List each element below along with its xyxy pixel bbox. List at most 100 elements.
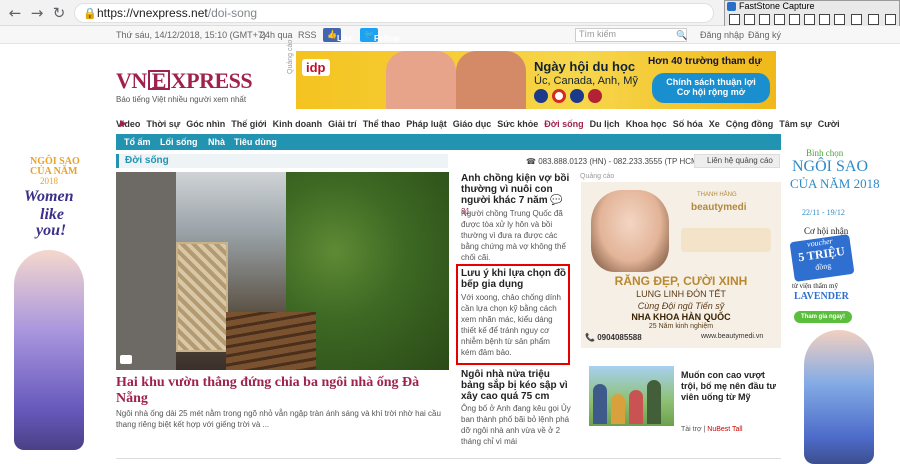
login-link[interactable]: Đăng nhập bbox=[700, 30, 744, 40]
capture-toolbar-title: FastStone Capture bbox=[739, 1, 815, 11]
section-title[interactable]: Đời sống bbox=[125, 155, 169, 166]
nav-item[interactable]: Cười bbox=[818, 119, 840, 129]
video-play-icon: ▶ bbox=[120, 118, 127, 128]
nav-item[interactable]: Cộng đồng bbox=[726, 119, 773, 129]
facebook-like-button[interactable]: 👍 Like bbox=[323, 28, 353, 43]
article-title[interactable]: Ngôi nhà nửa triệu bảng sắp bị kéo sập v… bbox=[461, 369, 571, 402]
right-ad-line3: CỦA NĂM 2018 bbox=[790, 176, 880, 191]
section-header: Đời sống bbox=[116, 154, 448, 168]
capture-menu-icon[interactable] bbox=[885, 14, 896, 25]
nav-item[interactable]: Xe bbox=[709, 119, 720, 129]
country-flags bbox=[534, 89, 614, 103]
subnav-item[interactable]: Tiêu dùng bbox=[234, 137, 277, 147]
right-ad-cta[interactable]: Tham gia ngay! bbox=[794, 311, 852, 323]
usa-flag-icon bbox=[588, 89, 602, 103]
forward-arrow-icon[interactable]: → bbox=[28, 4, 46, 22]
promo-title[interactable]: Muốn con cao vượt trội, bố mẹ nên đầu tư… bbox=[681, 370, 781, 403]
search-input[interactable]: Tìm kiếm bbox=[575, 28, 687, 42]
beautymedi-logo: beautymedi bbox=[691, 202, 747, 213]
subnav-item[interactable]: Nhà bbox=[208, 137, 225, 147]
article-summary: Với xoong, chảo chống dính cần lựa chọn … bbox=[461, 293, 561, 357]
vnexpress-logo[interactable]: VN E XPRESS bbox=[116, 68, 253, 94]
main-article-lead: Ngôi nhà ống dài 25 mét nằm trong ngõ nh… bbox=[116, 409, 441, 429]
ad-phone: 📞 0904085588 bbox=[585, 333, 642, 342]
right-side-ad[interactable]: Bình chọn NGÔI SAO CỦA NĂM 2018 22/11 - … bbox=[784, 140, 900, 464]
ad-label: Quảng cáo bbox=[580, 173, 615, 180]
address-bar[interactable]: 🔒 https://vnexpress.net/doi-song bbox=[74, 3, 714, 23]
right-ad-dates: 22/11 - 19/12 bbox=[802, 208, 845, 217]
banner-cta[interactable]: Chính sách thuận lợi Cơ hội rộng mở bbox=[652, 73, 770, 103]
article-summary: Ông bố ở Anh đang kêu gọi Ủy ban thành p… bbox=[461, 404, 571, 446]
ad-experience: 25 Năm kinh nghiệm bbox=[648, 323, 714, 330]
comment-icon: 💬 bbox=[550, 195, 563, 206]
banner-schools: Hơn 40 trường tham dự bbox=[648, 56, 762, 67]
nav-item[interactable]: Pháp luật bbox=[406, 119, 447, 129]
right-ad-line2: NGÔI SAO bbox=[792, 158, 868, 175]
photo-stairs bbox=[226, 312, 316, 370]
ad-label: Quảng cáo bbox=[287, 39, 294, 74]
main-nav: Video Thời sự Góc nhìn Thế giới Kinh doanh Gi… bbox=[116, 119, 840, 133]
lock-icon: 🔒 bbox=[83, 7, 97, 20]
article-title[interactable]: Lưu ý khi lựa chọn đồ bếp gia dụng bbox=[461, 268, 567, 290]
capture-freehand-icon[interactable] bbox=[774, 14, 785, 25]
right-ad-brand: LAVENDER bbox=[794, 291, 849, 302]
model-photo bbox=[591, 190, 669, 272]
register-link[interactable]: Đăng ký bbox=[748, 30, 781, 40]
nav-item[interactable]: Giải trí bbox=[328, 119, 357, 129]
current-date: Thứ sáu, 14/12/2018, 15:10 (GMT+7) bbox=[116, 30, 266, 40]
main-article-photo[interactable] bbox=[116, 172, 449, 370]
capture-settings-icon[interactable] bbox=[868, 14, 879, 25]
top-info-bar: Thứ sáu, 14/12/2018, 15:10 (GMT+7) 24h q… bbox=[0, 26, 900, 44]
nav-item[interactable]: Thể thao bbox=[363, 119, 401, 129]
left-side-ad[interactable]: NGÔI SAO CỦA NĂM 2018 Women like you! bbox=[0, 140, 112, 464]
link-rss[interactable]: RSS bbox=[298, 30, 317, 40]
twitter-follow-button[interactable]: 🐦 Follow bbox=[360, 28, 399, 43]
beautymedi-ad[interactable]: THANH HẰNG beautymedi RĂNG ĐẸP, CƯỜI XIN… bbox=[581, 182, 781, 348]
nav-item[interactable]: Thời sự bbox=[146, 119, 180, 129]
subnav-item[interactable]: Tổ ấm bbox=[124, 137, 151, 147]
person-figure bbox=[593, 384, 607, 424]
nav-item-active[interactable]: Đời sống bbox=[544, 119, 583, 129]
left-ad-year: 2018 bbox=[40, 176, 58, 186]
nav-item[interactable]: Sức khỏe bbox=[497, 119, 538, 129]
reload-icon[interactable]: ↻ bbox=[50, 4, 68, 22]
left-ad-line5: you! bbox=[36, 222, 67, 239]
right-ad-line1: Bình chọn bbox=[806, 148, 844, 158]
capture-scroll-icon[interactable] bbox=[804, 14, 815, 25]
capture-window-icon[interactable] bbox=[729, 14, 740, 25]
person-figure bbox=[611, 394, 625, 424]
capture-video-icon[interactable] bbox=[834, 14, 845, 25]
model-silhouette bbox=[804, 330, 874, 464]
nav-item[interactable]: Du lịch bbox=[590, 119, 620, 129]
capture-rectangle-icon[interactable] bbox=[759, 14, 770, 25]
photo-wall bbox=[116, 172, 176, 370]
nav-item[interactable]: Thế giới bbox=[231, 119, 266, 129]
ad-contact-phone: ☎ 083.888.0123 (HN) - 082.233.3555 (TP H… bbox=[526, 157, 701, 166]
nav-item[interactable]: Tâm sự bbox=[779, 119, 812, 129]
subnav-item[interactable]: Lối sống bbox=[160, 137, 198, 147]
promo-photo[interactable] bbox=[589, 366, 674, 426]
banner-headline: Ngày hội du học bbox=[534, 59, 636, 74]
search-icon[interactable]: 🔍 bbox=[676, 30, 687, 41]
nav-item[interactable]: Góc nhìn bbox=[186, 119, 225, 129]
nav-item[interactable]: Số hóa bbox=[673, 119, 703, 129]
link-24h[interactable]: 24h qua bbox=[260, 30, 293, 40]
uk-flag-icon bbox=[570, 89, 584, 103]
top-banner-ad[interactable]: idp Ngày hội du học Úc, Canada, Anh, Mỹ … bbox=[296, 51, 776, 109]
nav-item[interactable]: Kinh doanh bbox=[273, 119, 323, 129]
ad-contact-button[interactable]: Liên hệ quảng cáo bbox=[694, 154, 780, 168]
capture-fixed-icon[interactable] bbox=[819, 14, 830, 25]
capture-output-icon[interactable] bbox=[851, 14, 862, 25]
student-photo bbox=[456, 51, 526, 109]
capture-fullscreen-icon[interactable] bbox=[789, 14, 800, 25]
capture-object-icon[interactable] bbox=[744, 14, 755, 25]
camera-icon bbox=[120, 355, 132, 364]
nav-item[interactable]: Giáo dục bbox=[453, 119, 492, 129]
nav-item[interactable]: Khoa học bbox=[626, 119, 667, 129]
url-text: https://vnexpress.net/doi-song bbox=[97, 6, 258, 20]
ad-brand-small: THANH HẰNG bbox=[697, 192, 737, 198]
main-article-title[interactable]: Hai khu vườn thẳng đứng chia ba ngôi nhà… bbox=[116, 375, 450, 407]
teeth-graphic bbox=[681, 228, 771, 252]
site-tagline: Báo tiếng Việt nhiều người xem nhất bbox=[116, 95, 247, 104]
back-arrow-icon[interactable]: ← bbox=[6, 4, 24, 22]
